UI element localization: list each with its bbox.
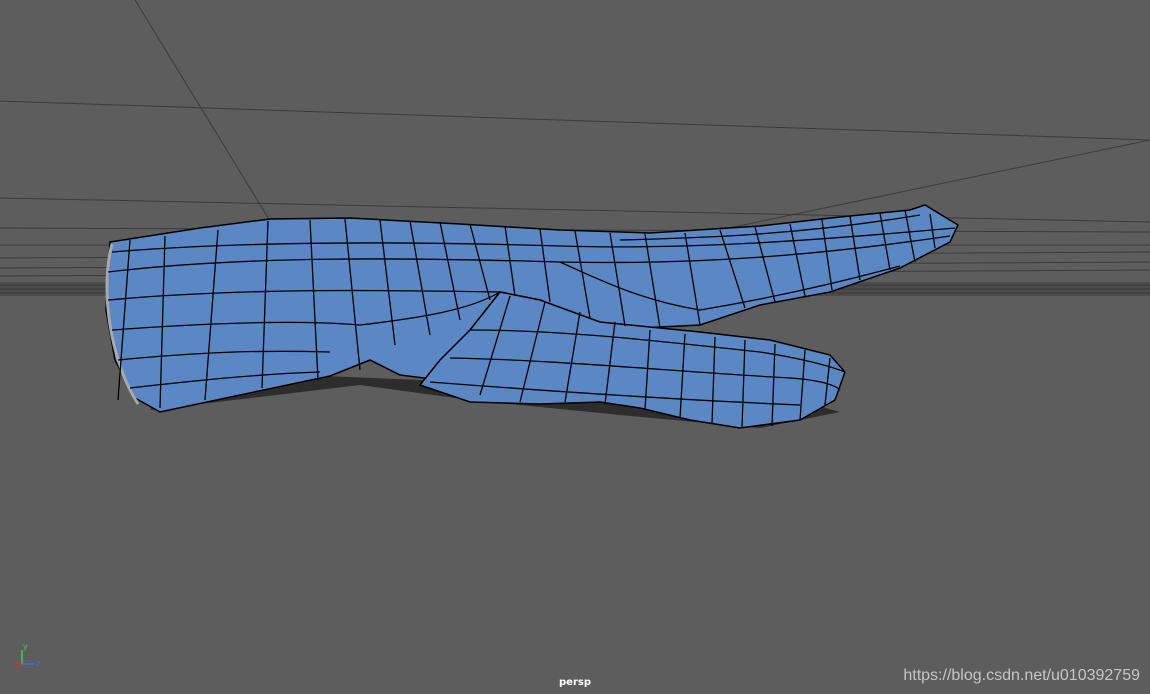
axis-z-label: z (36, 659, 41, 668)
axis-x-label: x (14, 659, 19, 668)
watermark-url: https://blog.csdn.net/u010392759 (903, 667, 1140, 684)
3d-viewport[interactable]: y z x persp https://blog.csdn.net/u01039… (0, 0, 1150, 694)
scene-canvas[interactable] (0, 0, 1150, 694)
axis-orientation-gizmo: y z x (14, 640, 50, 676)
axis-y-label: y (23, 642, 28, 651)
hand-mesh[interactable] (105, 204, 959, 429)
